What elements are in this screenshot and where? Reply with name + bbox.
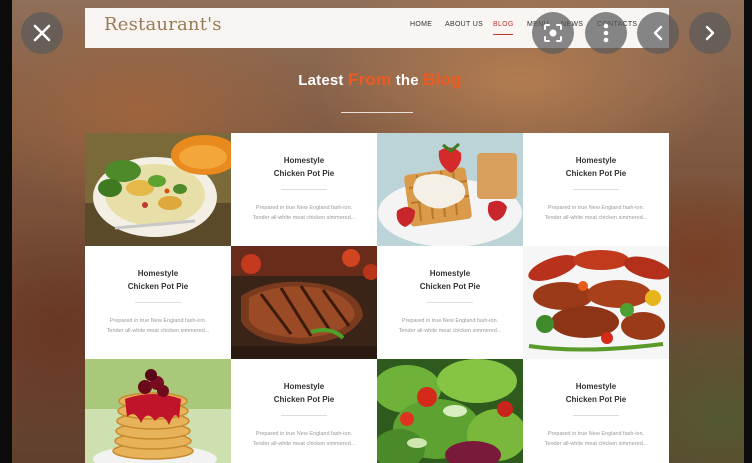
nav-item-blog[interactable]: BLOG	[493, 21, 514, 28]
heading-word-the: the	[395, 72, 419, 89]
card-title[interactable]: Homestyle Chicken Pot Pie	[231, 154, 377, 180]
card-excerpt: Prepared in true New England fash-ion. T…	[398, 318, 502, 334]
chevron-right-icon	[705, 25, 715, 41]
heading-divider	[341, 112, 413, 113]
more-options-button[interactable]	[585, 12, 627, 54]
heading-word-latest: Latest	[298, 72, 344, 89]
photo-kebabs[interactable]	[523, 246, 669, 359]
next-image-button[interactable]	[689, 12, 731, 54]
card-excerpt: Prepared in true New England fash-ion. T…	[544, 431, 648, 447]
site-header: Restaurant's HOME ABOUT US BLOG MENU NEW…	[85, 8, 669, 48]
card-divider	[573, 189, 619, 190]
previous-image-button[interactable]	[637, 12, 679, 54]
photo-waffles[interactable]	[377, 133, 523, 246]
close-button[interactable]	[21, 12, 63, 54]
nav-active-underline	[493, 34, 513, 35]
card-excerpt: Prepared in true New England fash-ion. T…	[106, 318, 210, 334]
nav-item-home[interactable]: HOME	[410, 21, 432, 28]
card-divider	[281, 189, 327, 190]
card-divider	[573, 415, 619, 416]
card-title[interactable]: Homestyle Chicken Pot Pie	[377, 267, 523, 293]
card-excerpt: Prepared in true New England fash-ion. T…	[252, 205, 356, 221]
card-divider	[281, 415, 327, 416]
left-letterbox	[0, 0, 12, 463]
heading-word-blog: Blog	[423, 70, 462, 89]
card-title[interactable]: Homestyle Chicken Pot Pie	[231, 380, 377, 406]
lens-search-icon	[544, 24, 562, 42]
heading-word-from: From	[348, 70, 392, 89]
more-vertical-icon	[603, 23, 609, 43]
blog-card[interactable]: Homestyle Chicken Pot Pie Prepared in tr…	[85, 246, 231, 359]
card-title[interactable]: Homestyle Chicken Pot Pie	[523, 380, 669, 406]
card-excerpt: Prepared in true New England fash-ion. T…	[252, 431, 356, 447]
photo-steak[interactable]	[231, 246, 377, 359]
photo-pasta-salad[interactable]	[85, 133, 231, 246]
blog-heading: Latest From the Blog	[230, 70, 530, 90]
card-divider	[427, 302, 473, 303]
photo-pancakes[interactable]	[85, 359, 231, 463]
close-icon	[33, 24, 51, 42]
card-excerpt: Prepared in true New England fash-ion. T…	[544, 205, 648, 221]
blog-grid: Homestyle Chicken Pot Pie Prepared in tr…	[85, 133, 669, 463]
blog-card[interactable]: Homestyle Chicken Pot Pie Prepared in tr…	[523, 359, 669, 463]
nav-item-about-us[interactable]: ABOUT US	[445, 21, 483, 28]
card-title[interactable]: Homestyle Chicken Pot Pie	[85, 267, 231, 293]
photo-salad[interactable]	[377, 359, 523, 463]
right-letterbox	[744, 0, 752, 463]
blog-card[interactable]: Homestyle Chicken Pot Pie Prepared in tr…	[377, 246, 523, 359]
blog-card[interactable]: Homestyle Chicken Pot Pie Prepared in tr…	[523, 133, 669, 246]
brand-logo[interactable]: Restaurant's	[104, 14, 222, 35]
card-title[interactable]: Homestyle Chicken Pot Pie	[523, 154, 669, 180]
lens-search-button[interactable]	[532, 12, 574, 54]
card-divider	[135, 302, 181, 303]
blog-card[interactable]: Homestyle Chicken Pot Pie Prepared in tr…	[231, 359, 377, 463]
chevron-left-icon	[653, 25, 663, 41]
blog-card[interactable]: Homestyle Chicken Pot Pie Prepared in tr…	[231, 133, 377, 246]
